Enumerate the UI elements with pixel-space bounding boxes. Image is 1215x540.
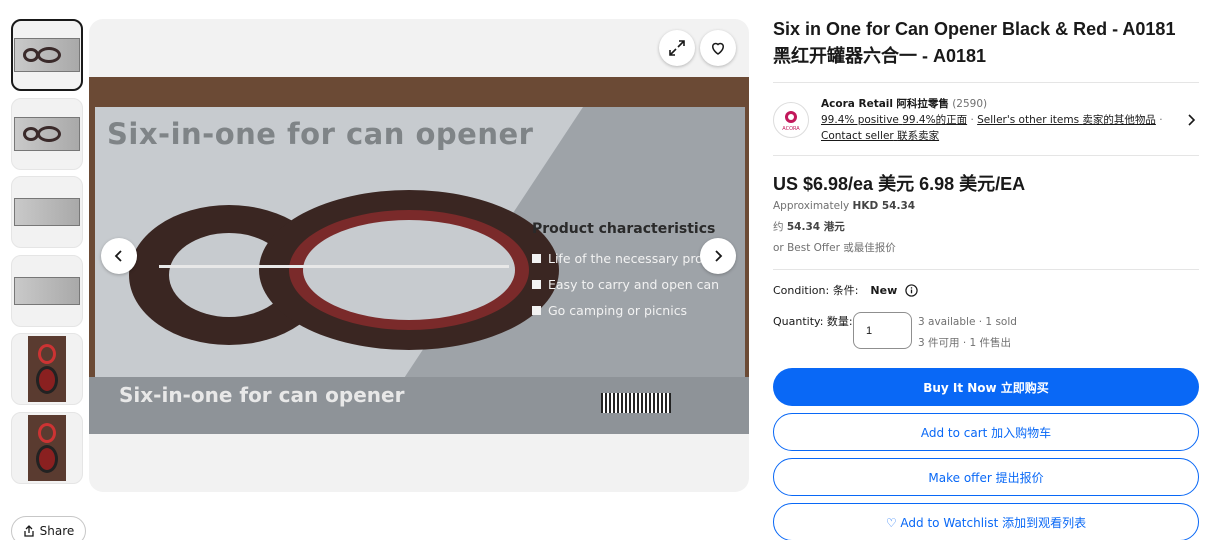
make-offer-button[interactable]: Make offer 提出报价	[773, 458, 1199, 496]
divider	[773, 269, 1199, 270]
condition-value: New	[870, 283, 898, 297]
listing-details: Six in One for Can Opener Black & Red - …	[773, 16, 1199, 540]
contact-seller-link[interactable]: Contact seller 联系卖家	[821, 130, 939, 142]
availability-en: 3 available · 1 sold	[918, 316, 1017, 328]
seller-logo: ACORA	[773, 102, 809, 138]
heart-icon	[711, 42, 725, 55]
thumbnail-4[interactable]	[11, 254, 83, 327]
seller-card[interactable]: ACORA Acora Retail 阿科拉零售 (2590) 99.4% po…	[773, 95, 1199, 145]
thumbnail-1[interactable]	[11, 19, 83, 91]
seller-other-items-link[interactable]: Seller's other items 卖家的其他物品	[977, 114, 1156, 126]
chevron-right-icon[interactable]	[1183, 113, 1199, 127]
availability: 3 available · 1 sold 3 件可用 · 1 件售出	[918, 312, 1017, 354]
add-to-watchlist-button[interactable]: ♡ Add to Watchlist 添加到观看列表	[773, 503, 1199, 540]
listing-title: Six in One for Can Opener Black & Red - …	[773, 16, 1199, 70]
chevron-left-icon	[114, 250, 122, 262]
divider	[773, 82, 1199, 83]
condition-row: Condition: 条件: New	[773, 282, 1199, 298]
seller-name[interactable]: Acora Retail	[821, 98, 893, 110]
barcode	[601, 393, 671, 413]
seller-name-cn: 阿科拉零售	[896, 98, 949, 110]
share-icon	[24, 525, 34, 537]
characteristic-item: Life of the necessary produc	[532, 251, 726, 266]
characteristics-title: Product characteristics	[532, 221, 716, 237]
positive-feedback-link[interactable]: 99.4% positive 99.4%的正面	[821, 114, 967, 126]
seller-logo-icon: ACORA	[782, 111, 800, 132]
characteristic-item: Go camping or picnics	[532, 303, 726, 318]
quantity-label: Quantity: 数量:	[773, 315, 853, 328]
product-photo: Six-in-one for can opener Product charac…	[89, 77, 749, 434]
add-to-cart-button[interactable]: Add to cart 加入购物车	[773, 413, 1199, 451]
favorite-button[interactable]	[700, 30, 736, 66]
availability-cn: 3 件可用 · 1 件售出	[918, 337, 1012, 349]
characteristic-item: Easy to carry and open can	[532, 277, 726, 292]
share-label: Share	[39, 524, 75, 538]
fullscreen-button[interactable]	[659, 30, 695, 66]
condition-label: Condition: 条件:	[773, 284, 859, 297]
thumbnail-strip	[11, 19, 83, 490]
next-image-button[interactable]	[700, 238, 736, 274]
seller-info: Acora Retail 阿科拉零售 (2590) 99.4% positive…	[821, 98, 1163, 142]
thumbnail-6[interactable]	[11, 411, 83, 484]
approx-price: Approximately HKD 54.34	[773, 200, 916, 212]
share-button[interactable]: Share	[11, 516, 86, 540]
seller-feedback-count: (2590)	[952, 98, 988, 110]
chevron-right-icon	[715, 250, 723, 262]
price: US $6.98/ea 美元 6.98 美元/EA	[773, 174, 1026, 194]
photo-headline: Six-in-one for can opener	[107, 117, 534, 151]
title-line-cn: 黑红开罐器六合一 - A0181	[773, 46, 987, 66]
thumbnail-3[interactable]	[11, 176, 83, 248]
quantity-row: Quantity: 数量: 3 available · 1 sold 3 件可用…	[773, 312, 1199, 354]
expand-icon	[669, 40, 685, 56]
product-characteristics: Product characteristics Life of the nece…	[532, 221, 726, 329]
band-text: Six-in-one for can opener	[119, 383, 405, 407]
can-opener-graphic	[129, 190, 559, 350]
svg-text:ACORA: ACORA	[782, 126, 800, 132]
buy-it-now-button[interactable]: Buy It Now 立即购买	[773, 368, 1199, 406]
thumbnail-5[interactable]	[11, 333, 83, 405]
best-offer: or Best Offer 或最佳报价	[773, 242, 896, 254]
main-image-viewer[interactable]: Six-in-one for can opener Product charac…	[89, 19, 749, 492]
info-icon[interactable]	[905, 283, 918, 297]
approx-price-cn: 约 54.34 港元	[773, 221, 845, 233]
quantity-input[interactable]	[853, 312, 912, 349]
divider	[773, 155, 1199, 156]
previous-image-button[interactable]	[101, 238, 137, 274]
title-line-en: Six in One for Can Opener Black & Red - …	[773, 19, 1176, 39]
thumbnail-2[interactable]	[11, 97, 83, 170]
